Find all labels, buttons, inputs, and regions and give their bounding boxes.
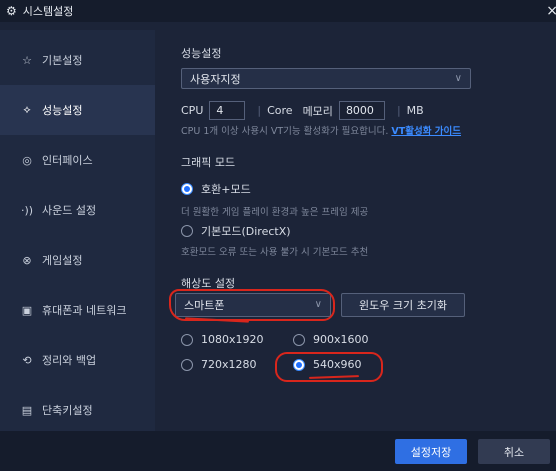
resolution-option-900x1600[interactable]: 900x1600 xyxy=(293,333,369,346)
sidebar-item-interface[interactable]: ◎ 인터페이스 xyxy=(0,135,155,185)
radio-unselected[interactable] xyxy=(181,225,193,237)
resolution-option-720x1280[interactable]: 720x1280 xyxy=(181,358,257,371)
radio-unselected[interactable] xyxy=(181,333,193,346)
cancel-button[interactable]: 취소 xyxy=(478,439,550,464)
core-label: Core xyxy=(267,104,293,117)
cleanup-backup-icon: ⟲ xyxy=(22,353,32,367)
radio-label: 기본모드(DirectX) xyxy=(201,225,291,238)
sidebar-item-label: 정리와 백업 xyxy=(42,354,97,367)
graphics-option-compat[interactable]: 호환+모드 xyxy=(181,181,251,197)
graphics-option-desc: 더 원활한 게임 플레이 환경과 높은 프레임 제공 xyxy=(181,207,369,218)
reset-window-size-button[interactable]: 윈도우 크기 초기화 xyxy=(341,293,465,317)
chevron-down-icon: ∨ xyxy=(454,73,462,84)
cpu-input[interactable]: 4 xyxy=(209,101,246,120)
graphics-option-directx[interactable]: 기본모드(DirectX) xyxy=(181,223,291,239)
sidebar-item-sound[interactable]: ·)) 사운드 설정 xyxy=(0,185,155,235)
performance-section-title: 성능설정 xyxy=(181,47,222,60)
cpu-memory-row: CPU 4 | Core 메모리 8000 | MB xyxy=(181,101,424,120)
game-settings-icon: ⊗ xyxy=(22,253,32,267)
memory-input[interactable]: 8000 xyxy=(338,101,385,120)
divider: | xyxy=(396,104,401,117)
memory-unit-label: MB xyxy=(406,104,424,117)
gear-icon: ⚙ xyxy=(6,4,17,18)
radio-selected[interactable] xyxy=(181,183,193,195)
sound-icon: ·)) xyxy=(20,203,34,217)
star-outline-icon: ☆ xyxy=(22,53,32,67)
sidebar-item-basic[interactable]: ☆ 기본설정 xyxy=(0,35,155,85)
radio-label: 900x1600 xyxy=(313,333,369,346)
window-titlebar: ⚙ 시스템설정 × xyxy=(0,0,556,22)
performance-preset-dropdown[interactable]: 사용자지정 ∨ xyxy=(181,68,471,89)
red-annotation-circle xyxy=(169,289,335,321)
cpu-label: CPU xyxy=(181,104,204,117)
memory-label: 메모리 xyxy=(302,104,333,118)
preset-selected-value: 사용자지정 xyxy=(190,72,241,86)
radio-label: 1080x1920 xyxy=(201,333,264,346)
keyboard-icon: ▤ xyxy=(21,403,33,417)
window-title: 시스템설정 xyxy=(22,5,74,18)
settings-panel: 성능설정 사용자지정 ∨ CPU 4 | Core 메모리 8000 | MB … xyxy=(155,30,556,431)
radio-unselected[interactable] xyxy=(293,333,305,346)
performance-icon: ⟡ xyxy=(23,103,31,116)
sidebar-item-label: 인터페이스 xyxy=(42,154,93,167)
radio-unselected[interactable] xyxy=(181,358,193,371)
sidebar-item-label: 단축키설정 xyxy=(42,404,93,417)
interface-icon: ◎ xyxy=(22,153,32,167)
sidebar-item-phone-network[interactable]: ▣ 휴대폰과 네트워크 xyxy=(0,285,155,335)
divider: | xyxy=(257,104,262,117)
sidebar-item-performance[interactable]: ⟡ 성능설정 xyxy=(0,85,155,135)
graphics-section-title: 그래픽 모드 xyxy=(181,156,236,169)
resolution-option-1080x1920[interactable]: 1080x1920 xyxy=(181,333,264,346)
sidebar-item-shortcuts[interactable]: ▤ 단축키설정 xyxy=(0,385,155,435)
sidebar: ☆ 기본설정 ⟡ 성능설정 ◎ 인터페이스 ·)) 사운드 설정 ⊗ 게임설정 … xyxy=(0,30,155,431)
sidebar-item-label: 휴대폰과 네트워크 xyxy=(42,304,127,317)
sidebar-item-cleanup-backup[interactable]: ⟲ 정리와 백업 xyxy=(0,335,155,385)
sidebar-item-label: 기본설정 xyxy=(42,54,83,67)
vt-guide-link[interactable]: VT활성화 가이드 xyxy=(391,126,461,137)
save-button[interactable]: 설정저장 xyxy=(395,439,467,464)
vt-note: CPU 1개 이상 사용시 VT기능 활성화가 필요합니다. VT활성화 가이드 xyxy=(181,123,461,137)
vt-note-text: CPU 1개 이상 사용시 VT기능 활성화가 필요합니다. xyxy=(181,126,389,137)
sidebar-item-game[interactable]: ⊗ 게임설정 xyxy=(0,235,155,285)
phone-network-icon: ▣ xyxy=(21,303,33,317)
graphics-option-desc: 호환모드 오류 또는 사용 불가 시 기본모드 추천 xyxy=(181,247,369,258)
radio-label: 호환+모드 xyxy=(201,183,251,196)
sidebar-item-label: 성능설정 xyxy=(42,104,83,117)
sidebar-item-label: 사운드 설정 xyxy=(42,204,97,217)
footer-bar: 설정저장 취소 xyxy=(0,431,556,471)
close-icon[interactable]: × xyxy=(546,3,556,19)
sidebar-item-label: 게임설정 xyxy=(42,254,83,267)
radio-label: 720x1280 xyxy=(201,358,257,371)
